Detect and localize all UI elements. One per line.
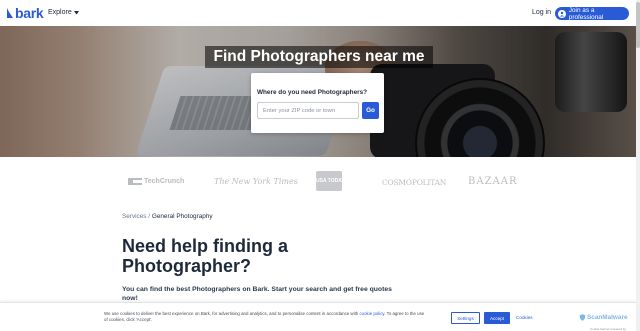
login-link[interactable]: Log in: [532, 9, 551, 16]
explore-label: Explore: [48, 9, 72, 16]
hero-title-box: Find Photographers near me: [205, 46, 433, 68]
hero-title: Find Photographers near me: [213, 48, 425, 65]
cookie-accept-button[interactable]: Accept: [484, 312, 510, 324]
scrollbar-thumb[interactable]: [636, 2, 640, 48]
go-button[interactable]: Go: [362, 102, 379, 119]
techcrunch-logo: TechCrunch: [128, 178, 184, 185]
cookie-text: We use cookies to deliver the best exper…: [104, 311, 429, 323]
page-title: Need help finding a Photographer?: [122, 236, 289, 276]
techcrunch-mark-icon: [128, 178, 142, 185]
scanmalware-badge[interactable]: ScanMalware: [579, 314, 628, 321]
cookie-settings-button[interactable]: Settings: [451, 312, 480, 324]
user-plus-icon: [558, 9, 566, 18]
explore-menu[interactable]: Explore: [48, 9, 79, 16]
top-navbar: bark Explore Log in Join as a profession…: [0, 0, 636, 26]
logo-text: bark: [15, 5, 44, 21]
intro-text: You can find the best Photographers on B…: [122, 286, 392, 302]
join-as-professional-button[interactable]: Join as a professional: [555, 6, 629, 21]
bark-logo-icon: [7, 8, 13, 18]
nyt-logo: The New York Times: [214, 177, 298, 186]
cookie-policy-link[interactable]: cookie policy: [359, 311, 384, 316]
scanmalware-text: ScanMalware: [587, 314, 628, 321]
chevron-down-icon: [73, 10, 79, 14]
cosmopolitan-logo: COSMOPOLITAN: [382, 178, 447, 187]
usa-today-logo: USA TODAY: [316, 171, 345, 191]
cookie-text-before: We use cookies to deliver the best exper…: [104, 311, 360, 316]
zip-code-input[interactable]: [257, 102, 359, 119]
breadcrumb-current: General Photography: [151, 213, 213, 220]
scanmalware-subtext: Cookie banner powered by: [590, 327, 626, 331]
cookie-banner: We use cookies to deliver the best exper…: [0, 302, 636, 331]
cookies-link[interactable]: Cookies: [516, 315, 533, 320]
join-label: Join as a professional: [568, 6, 604, 21]
search-card: Where do you need Photographers? Go: [251, 73, 384, 133]
search-question: Where do you need Photographers?: [257, 89, 368, 96]
page-scrollbar[interactable]: [636, 0, 640, 331]
breadcrumb-services-link[interactable]: Services: [122, 213, 147, 220]
bark-logo[interactable]: bark: [6, 5, 44, 21]
bazaar-logo: BAZAAR: [468, 176, 518, 187]
breadcrumb: Services / General Photography: [122, 213, 213, 220]
techcrunch-text: TechCrunch: [144, 178, 185, 185]
press-logos: TechCrunch The New York Times USA TODAY …: [0, 157, 636, 207]
shield-icon: [579, 314, 586, 321]
